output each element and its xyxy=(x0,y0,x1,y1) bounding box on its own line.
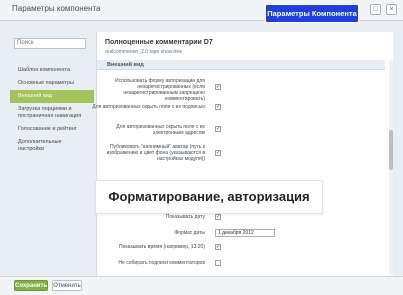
section-header: Внешний вид xyxy=(97,60,385,70)
component-params-badge: Параметры Компонента xyxy=(265,4,359,23)
cancel-button[interactable]: Отменить xyxy=(52,280,82,291)
save-button[interactable]: Сохранить xyxy=(14,280,48,291)
date-format-select[interactable]: 1 декабря 2012 xyxy=(215,229,275,237)
setting-label: Для авторизованных скрыть поле с их элек… xyxy=(116,124,205,136)
setting-label: Показывать время (например, 13:20) xyxy=(118,244,205,250)
settings-content: Полноценные комментарии D7 realcommenter… xyxy=(92,32,393,276)
setting-label: Для авторизованных скрыть поле с их подп… xyxy=(92,104,205,110)
setting-label: Не собирать подписи комментаторов xyxy=(118,260,205,266)
setting-checkbox[interactable]: ✓ xyxy=(215,214,221,220)
sidebar-item-template[interactable]: Шаблон компонента xyxy=(10,64,94,77)
scrollbar-thumb[interactable] xyxy=(389,130,393,170)
close-icon[interactable]: × xyxy=(386,4,397,15)
setting-checkbox[interactable]: ✓ xyxy=(215,126,221,132)
setting-label: Публиковать "анонимный" аватар (путь к и… xyxy=(106,144,205,162)
setting-checkbox[interactable]: ✓ xyxy=(215,244,221,250)
window-controls: □ × xyxy=(370,4,397,15)
dialog-footer: Сохранить Отменить xyxy=(0,276,403,295)
sidebar-item-pagination[interactable]: Загрузка порциями и постраничная навигац… xyxy=(10,103,94,123)
maximize-icon[interactable]: □ xyxy=(370,4,381,15)
component-subtitle: realcommenter_2.0 tape show.tree xyxy=(105,49,182,55)
content-scrollbar[interactable] xyxy=(389,60,393,274)
sidebar-item-main-params[interactable]: Основные параметры xyxy=(10,77,94,90)
setting-label: Показывать дату xyxy=(165,214,205,220)
dialog-title: Параметры компонента xyxy=(12,4,101,13)
sidebar-item-additional[interactable]: Дополнительные настройки xyxy=(10,136,94,156)
settings-menu: Шаблон компонента Основные параметры Вне… xyxy=(10,64,94,156)
setting-checkbox[interactable]: ✓ xyxy=(215,104,221,110)
settings-sidebar: Поиск Шаблон компонента Основные парамет… xyxy=(10,38,94,276)
setting-checkbox[interactable]: ✓ xyxy=(215,84,221,90)
sidebar-item-voting[interactable]: Голосование и рейтинг xyxy=(10,123,94,136)
search-input[interactable]: Поиск xyxy=(14,38,86,49)
caption-overlay: Форматирование, авторизация xyxy=(95,180,323,214)
setting-checkbox[interactable]: ✓ xyxy=(215,150,221,156)
setting-checkbox[interactable] xyxy=(215,260,221,266)
setting-label: Использовать форму авторизации для незар… xyxy=(115,78,205,102)
setting-label: Формат даты xyxy=(174,230,205,236)
component-params-dialog: Параметры компонента □ × Параметры Компо… xyxy=(0,0,403,295)
sidebar-item-appearance[interactable]: Внешний вид xyxy=(10,90,94,103)
component-title: Полноценные комментарии D7 xyxy=(105,39,213,46)
